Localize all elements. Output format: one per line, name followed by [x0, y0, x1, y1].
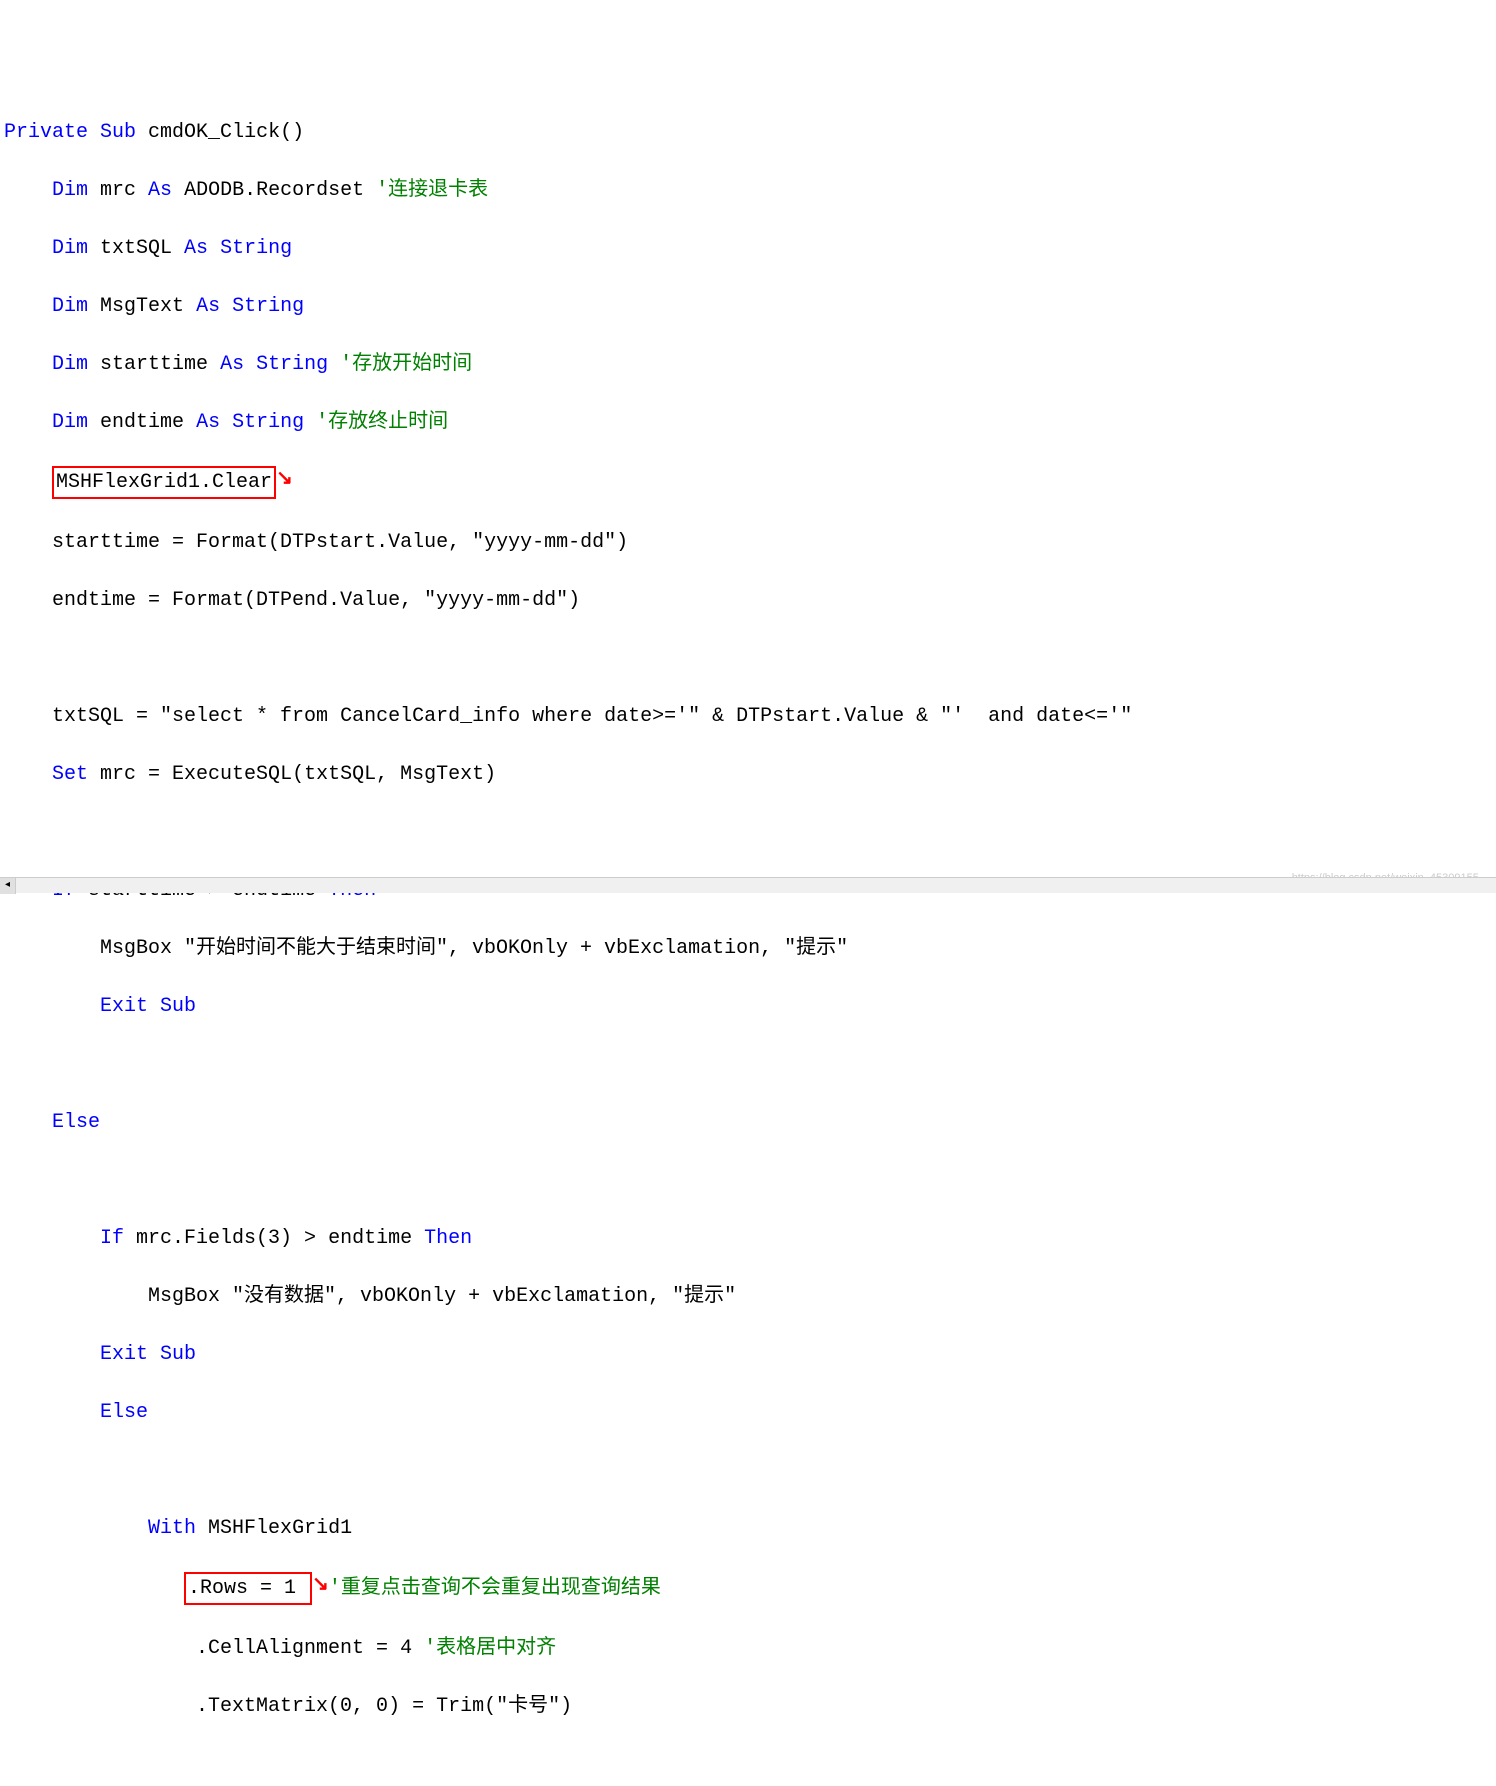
highlighted-box-clear: MSHFlexGrid1.Clear — [52, 466, 276, 499]
keyword-dim: Dim — [52, 295, 88, 318]
code-line: Private Sub cmdOK_Click() — [4, 118, 1492, 147]
keyword-as: As — [184, 237, 208, 260]
text: ADODB.Recordset — [172, 179, 376, 202]
type-string: String — [208, 237, 292, 260]
keyword-sub: Sub — [160, 1343, 196, 1366]
keyword-then: Then — [424, 1227, 472, 1250]
text: MSHFlexGrid1.Clear — [56, 471, 272, 494]
text: txtSQL = "select * from CancelCard_info … — [52, 705, 1132, 728]
code-line — [4, 1166, 1492, 1195]
comment: '重复点击查询不会重复出现查询结果 — [329, 1577, 661, 1600]
text: MsgBox "开始时间不能大于结束时间", vbOKOnly + vbExcl… — [100, 937, 848, 960]
code-line: Dim MsgText As String — [4, 292, 1492, 321]
code-line: starttime = Format(DTPstart.Value, "yyyy… — [4, 528, 1492, 557]
code-line: Dim starttime As String '存放开始时间 — [4, 350, 1492, 379]
keyword-exit: Exit — [100, 1343, 148, 1366]
keyword-dim: Dim — [52, 179, 88, 202]
code-line — [4, 818, 1492, 847]
comment: '连接退卡表 — [376, 179, 488, 202]
text: txtSQL — [88, 237, 184, 260]
code-line: MSHFlexGrid1.Clear↘ — [4, 466, 1492, 499]
type-string: String — [220, 295, 304, 318]
text — [148, 1343, 160, 1366]
text: mrc = ExecuteSQL(txtSQL, MsgText) — [88, 763, 496, 786]
keyword-private: Private — [4, 121, 88, 144]
keyword-with: With — [148, 1517, 196, 1540]
comment: '存放终止时间 — [316, 411, 448, 434]
comment: '表格居中对齐 — [424, 1637, 556, 1660]
keyword-sub: Sub — [160, 995, 196, 1018]
text: cmdOK_Click() — [136, 121, 304, 144]
text: .CellAlignment = 4 — [196, 1637, 424, 1660]
horizontal-scrollbar[interactable]: ◂ — [0, 877, 1496, 893]
keyword-sub: Sub — [100, 121, 136, 144]
highlighted-box-rows: .Rows = 1 — [184, 1572, 312, 1605]
keyword-if: If — [100, 1227, 124, 1250]
text: MsgText — [88, 295, 196, 318]
text: MsgBox "没有数据", vbOKOnly + vbExclamation,… — [148, 1285, 736, 1308]
code-line: .TextMatrix(0, 0) = Trim("卡号") — [4, 1692, 1492, 1721]
type-string: String — [220, 411, 316, 434]
text: starttime — [88, 353, 220, 376]
text: mrc.Fields(3) > endtime — [124, 1227, 424, 1250]
type-string: String — [244, 353, 340, 376]
arrow-icon: ↘ — [276, 465, 293, 494]
keyword-dim: Dim — [52, 353, 88, 376]
text: starttime = Format(DTPstart.Value, "yyyy… — [52, 531, 628, 554]
text: .TextMatrix(0, 0) = Trim("卡号") — [196, 1695, 572, 1718]
code-line: Dim endtime As String '存放终止时间 — [4, 408, 1492, 437]
text: mrc — [88, 179, 148, 202]
code-line: Dim txtSQL As String — [4, 234, 1492, 263]
code-line: .CellAlignment = 4 '表格居中对齐 — [4, 1634, 1492, 1663]
code-line: Dim mrc As ADODB.Recordset '连接退卡表 — [4, 176, 1492, 205]
code-line: With MSHFlexGrid1 — [4, 1514, 1492, 1543]
code-line: MsgBox "没有数据", vbOKOnly + vbExclamation,… — [4, 1282, 1492, 1311]
text: endtime = Format(DTPend.Value, "yyyy-mm-… — [52, 589, 580, 612]
keyword-set: Set — [52, 763, 88, 786]
text — [148, 995, 160, 1018]
keyword-as: As — [148, 179, 172, 202]
code-line: Else — [4, 1108, 1492, 1137]
keyword-as: As — [196, 411, 220, 434]
code-line: Exit Sub — [4, 1340, 1492, 1369]
arrow-icon: ↘ — [312, 1571, 329, 1600]
text: endtime — [88, 411, 196, 434]
keyword-dim: Dim — [52, 411, 88, 434]
keyword-exit: Exit — [100, 995, 148, 1018]
code-line: endtime = Format(DTPend.Value, "yyyy-mm-… — [4, 586, 1492, 615]
code-line: .Rows = 1 ↘'重复点击查询不会重复出现查询结果 — [4, 1572, 1492, 1605]
keyword-as: As — [196, 295, 220, 318]
code-line: Else — [4, 1398, 1492, 1427]
keyword-else: Else — [52, 1111, 100, 1134]
text: MSHFlexGrid1 — [196, 1517, 352, 1540]
code-line — [4, 1456, 1492, 1485]
code-line: MsgBox "开始时间不能大于结束时间", vbOKOnly + vbExcl… — [4, 934, 1492, 963]
code-line: txtSQL = "select * from CancelCard_info … — [4, 702, 1492, 731]
keyword-as: As — [220, 353, 244, 376]
code-line — [4, 644, 1492, 673]
keyword-else: Else — [100, 1401, 148, 1424]
scroll-left-button[interactable]: ◂ — [0, 878, 16, 894]
keyword-dim: Dim — [52, 237, 88, 260]
code-line: Exit Sub — [4, 992, 1492, 1021]
code-line — [4, 1050, 1492, 1079]
text: .Rows = 1 — [188, 1577, 308, 1600]
code-line: Set mrc = ExecuteSQL(txtSQL, MsgText) — [4, 760, 1492, 789]
comment: '存放开始时间 — [340, 353, 472, 376]
code-line: If mrc.Fields(3) > endtime Then — [4, 1224, 1492, 1253]
